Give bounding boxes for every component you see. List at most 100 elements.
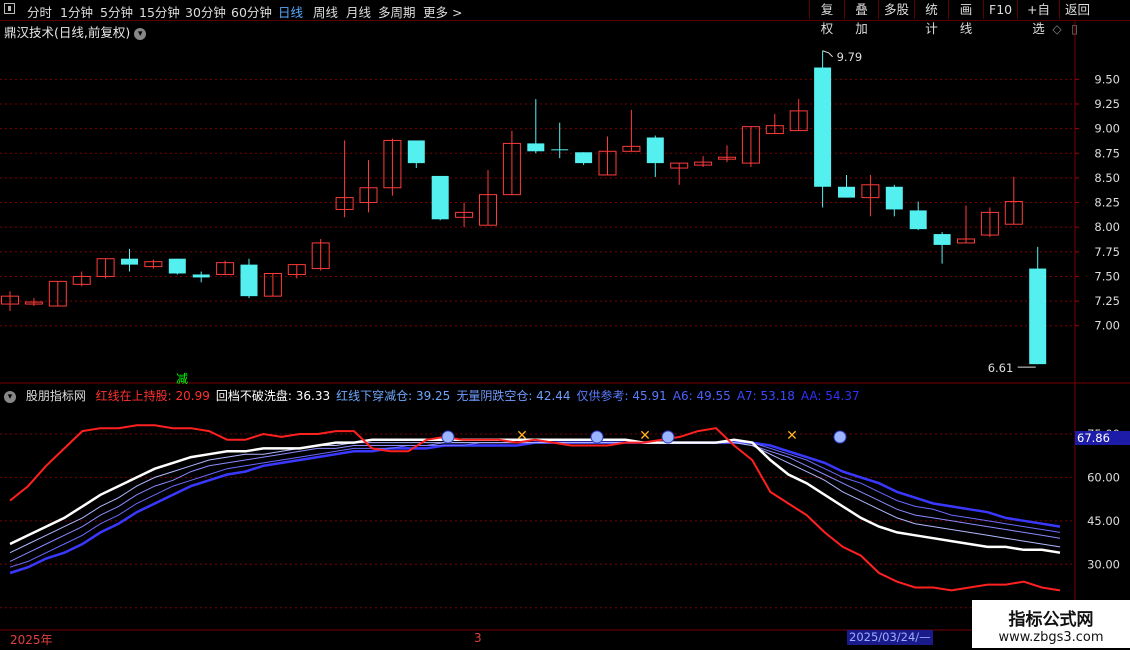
period-toolbar: 分时 1分钟 5分钟 15分钟 30分钟 60分钟 日线 周线 月线 多周期 更多 > 复权 叠加 多股… — [0, 0, 1130, 36]
toolbar-button-7[interactable]: 返回 — [1059, 0, 1095, 19]
candle-body — [96, 258, 115, 277]
candle-body — [407, 140, 425, 164]
legend-item-6: A7: 53.18 — [736, 389, 795, 403]
candle-body — [670, 162, 689, 169]
legend-item-5: A6: 49.55 — [672, 389, 731, 403]
timeframe-5[interactable]: 60分钟 — [231, 2, 272, 21]
indicator-name: 股朋指标网 — [25, 389, 86, 403]
buy-signal-icon: ✕ — [786, 428, 798, 444]
candle-body — [1004, 201, 1023, 225]
candle-body — [838, 186, 855, 198]
candle-body — [335, 197, 354, 210]
price-tick-label: 8.25 — [1094, 196, 1120, 210]
candle-body — [287, 264, 306, 275]
toolbar-button-3[interactable]: 统计 — [914, 0, 948, 36]
candle-body — [24, 301, 43, 305]
candle-body — [694, 161, 713, 166]
toolbar-button-4[interactable]: 画线 — [948, 0, 983, 36]
stock-title: 鼎汉技术(日线,前复权) — [4, 25, 131, 40]
price-tick-label: 9.50 — [1094, 72, 1120, 86]
candle-body — [789, 110, 808, 132]
legend-item-1: 回档不破洗盘: 36.33 — [215, 389, 331, 403]
candle-body — [598, 150, 617, 176]
candle-body — [861, 184, 880, 199]
candle-body — [263, 272, 282, 297]
toolbar-button-5[interactable]: F10 — [983, 0, 1017, 19]
cup-signal-icon — [590, 430, 604, 444]
legend-item-0: 红线在上持股: 20.99 — [95, 389, 210, 403]
timeframe-4[interactable]: 30分钟 — [185, 2, 226, 21]
candle-body — [359, 187, 378, 204]
timeframe-10[interactable]: 更多 > — [423, 2, 462, 21]
candle-body — [646, 137, 664, 164]
candle-body — [933, 234, 951, 245]
toolbar-button-0[interactable]: 复权 — [809, 0, 844, 36]
toolbar-button-2[interactable]: 多股 — [878, 0, 914, 19]
candle-body — [168, 258, 186, 274]
price-tick-label: 9.00 — [1094, 122, 1120, 136]
indicator-tick-label: 60.00 — [1087, 470, 1120, 484]
candle-body — [240, 264, 258, 297]
year-label: 2025年 — [10, 633, 53, 647]
high-label: 9.79 — [837, 50, 863, 64]
candle-body — [455, 211, 474, 218]
candle-body — [502, 142, 521, 196]
candle-body — [431, 175, 449, 220]
cup-signal-icon — [661, 430, 675, 444]
legend-item-7: AA: 54.37 — [800, 389, 860, 403]
watermark: 指标公式网 www.zbgs3.com — [972, 600, 1130, 648]
legend-item-3: 无量阴跌空仓: 42.44 — [456, 389, 571, 403]
candle-body — [121, 258, 138, 265]
indicator-legend: ▾ 股朋指标网 红线在上持股: 20.99 回档不破洗盘: 36.33 红线下穿减仓… — [4, 387, 872, 404]
toolbar-button-1[interactable]: 叠加 — [844, 0, 878, 36]
candle-body — [551, 149, 569, 151]
timeframe-7[interactable]: 周线 — [313, 2, 338, 21]
low-label: 6.61 — [988, 361, 1014, 375]
candle-body — [216, 262, 235, 275]
candle-body — [1029, 268, 1047, 365]
timeframe-1[interactable]: 1分钟 — [60, 2, 93, 21]
indicator-line-white — [9, 438, 1061, 554]
candle-body — [383, 139, 402, 189]
candle-body — [957, 238, 975, 244]
chevron-down-icon[interactable]: ▾ — [134, 27, 147, 40]
timeframe-2[interactable]: 5分钟 — [100, 2, 133, 21]
candlestick-chart[interactable]: 9.50 9.25 9.00 8.75 8.50 8.25 8.00 7.75 7.50 7.25… — [0, 0, 1130, 650]
diamond-icon[interactable]: ◇ — [1052, 22, 1061, 36]
chart-title: 鼎汉技术(日线,前复权) ▾ — [4, 22, 147, 41]
timeframe-3[interactable]: 15分钟 — [139, 2, 180, 21]
timeframe-9[interactable]: 多周期 — [378, 2, 416, 21]
high-marker — [822, 50, 833, 58]
price-tick-label: 7.00 — [1094, 319, 1120, 333]
current-value-badge: 67.86 — [1075, 431, 1130, 445]
timeframe-8[interactable]: 月线 — [346, 2, 371, 21]
price-tick-label: 7.25 — [1094, 294, 1120, 308]
candle-body — [527, 143, 545, 152]
timeframe-6[interactable]: 日线 — [278, 2, 303, 21]
candle-body — [311, 242, 330, 270]
legend-item-4: 仅供参考: 45.91 — [576, 389, 667, 403]
price-tick-label: 8.50 — [1094, 171, 1120, 185]
timeframe-0[interactable]: 分时 — [27, 2, 52, 21]
candle-body — [980, 211, 999, 236]
legend-item-2: 红线下穿减仓: 39.25 — [336, 389, 451, 403]
price-tick-label: 7.75 — [1094, 245, 1120, 259]
window-icon[interactable]: ▯ — [1071, 22, 1078, 36]
price-tick-label: 8.75 — [1094, 146, 1120, 160]
candle-body — [48, 280, 67, 307]
candle-body — [575, 152, 593, 164]
cup-signal-icon — [833, 430, 847, 444]
indicator-tick-label: 45.00 — [1087, 514, 1120, 528]
candle-body — [814, 67, 832, 187]
indicator-menu-icon[interactable]: ▾ — [4, 390, 16, 403]
candle-body — [885, 186, 903, 210]
toolbar-button-6[interactable]: +自选 — [1017, 0, 1059, 36]
buy-signal-icon: ✕ — [516, 428, 528, 444]
candle-body — [622, 145, 641, 152]
system-menu-icon[interactable] — [4, 3, 15, 14]
indicator-line-red — [9, 424, 1061, 592]
candle-body — [765, 125, 784, 135]
candle-body — [479, 194, 497, 226]
buy-signal-icon: ✕ — [639, 428, 651, 444]
watermark-title: 指标公式网 — [1008, 610, 1094, 630]
